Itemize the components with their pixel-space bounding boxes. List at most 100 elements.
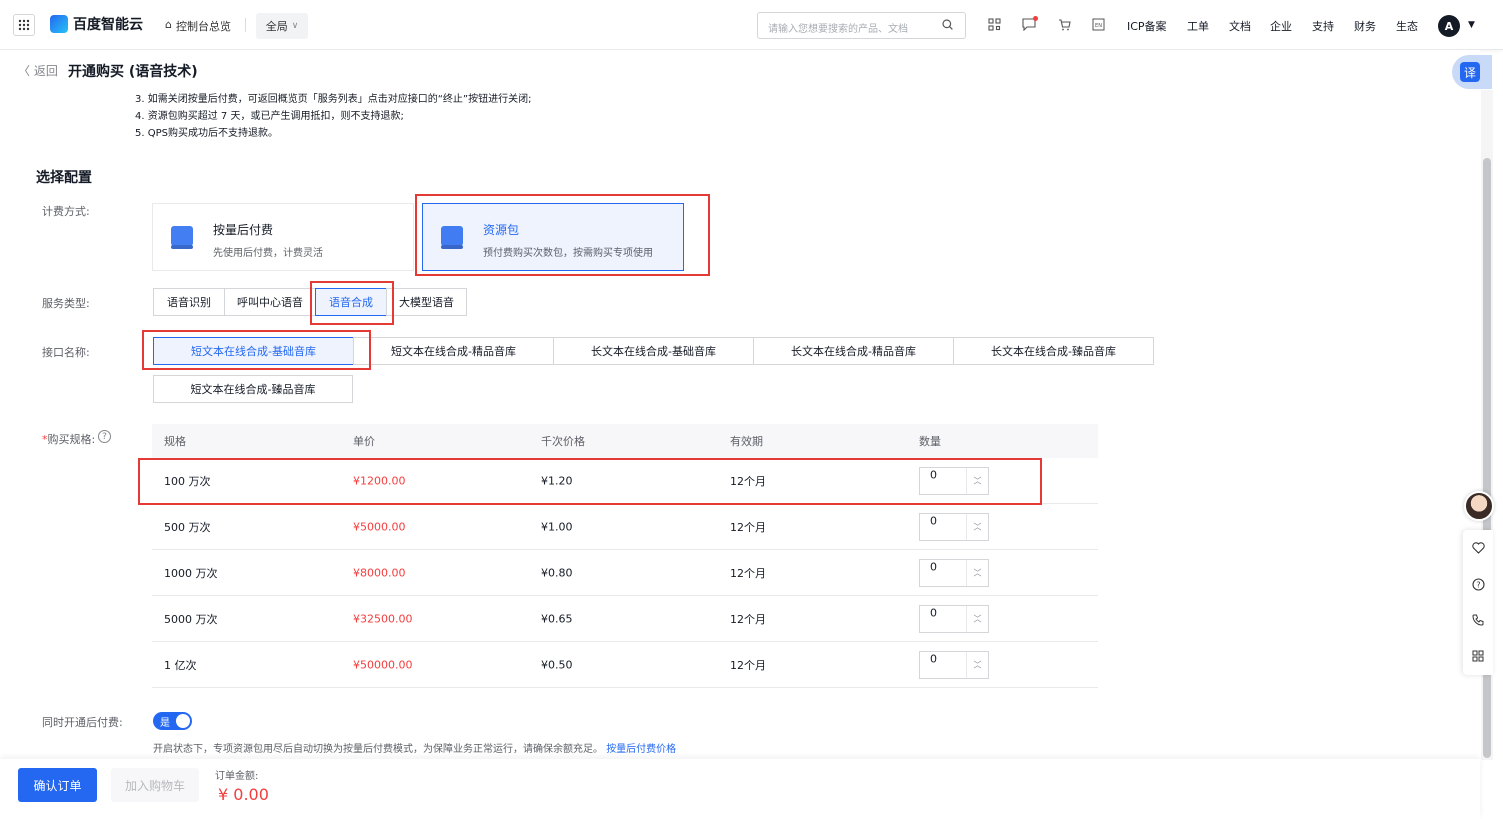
nav-link-finance[interactable]: 财务 xyxy=(1354,18,1376,34)
api-option[interactable]: 短文本在线合成-臻品音库 xyxy=(153,375,353,403)
quantity-stepper[interactable]: 0 ︿ ﹀ xyxy=(919,605,989,633)
billing-option-package[interactable]: 资源包 预付费购买次数包，按需购买专项使用 xyxy=(422,203,684,271)
qrcode-icon[interactable] xyxy=(988,18,1001,34)
service-option-tts[interactable]: 语音合成 xyxy=(315,288,387,316)
api-option[interactable]: 长文本在线合成-基础音库 xyxy=(553,337,754,365)
billing-icon xyxy=(441,226,463,249)
spec-label-text: 购买规格: xyxy=(47,433,96,446)
stepper-controls[interactable]: ︿ ﹀ xyxy=(966,560,988,586)
assistant-avatar[interactable] xyxy=(1464,491,1494,521)
quantity-stepper[interactable]: 0 ︿ ﹀ xyxy=(919,651,989,679)
nav-link-ticket[interactable]: 工单 xyxy=(1187,18,1209,34)
spec-cell: 5000 万次 xyxy=(164,612,218,626)
brand-logo[interactable]: 百度智能云 xyxy=(50,14,143,34)
help-circle-icon[interactable]: ? xyxy=(1463,566,1493,602)
stepper-controls[interactable]: ︿ ﹀ xyxy=(966,652,988,678)
api-option[interactable]: 短文本在线合成-基础音库 xyxy=(153,337,354,365)
quantity-value[interactable]: 0 xyxy=(930,515,937,528)
note-item: 5. QPS购买成功后不支持退款。 xyxy=(135,128,278,139)
quantity-stepper[interactable]: 0 ︿ ﹀ xyxy=(919,513,989,541)
nav-link-support[interactable]: 支持 xyxy=(1312,18,1334,34)
search-icon[interactable] xyxy=(942,19,953,33)
quantity-value[interactable]: 0 xyxy=(930,561,937,574)
spec-cell: 1 亿次 xyxy=(164,658,197,672)
table-row: 1000 万次 ¥8000.00 ¥0.80 12个月 0 ︿ ﹀ xyxy=(152,550,1098,596)
cart-icon[interactable] xyxy=(1058,18,1071,34)
nav-link-ecosystem[interactable]: 生态 xyxy=(1396,18,1418,34)
translate-button[interactable]: 译 xyxy=(1452,55,1492,89)
search-input[interactable]: 请输入您想要搜索的产品、文档 xyxy=(757,12,966,39)
chevron-down-icon[interactable]: ﹀ xyxy=(974,660,982,671)
chevron-down-icon[interactable]: ﹀ xyxy=(974,522,982,533)
quantity-stepper[interactable]: 0 ︿ ﹀ xyxy=(919,467,989,495)
help-icon[interactable]: ? xyxy=(98,430,111,443)
api-option[interactable]: 短文本在线合成-精品音库 xyxy=(353,337,554,365)
chevron-down-icon: ∨ xyxy=(291,21,299,31)
home-icon: ⌂ xyxy=(165,18,172,31)
heart-icon[interactable] xyxy=(1463,530,1493,566)
nav-link-icp[interactable]: ICP备案 xyxy=(1127,18,1167,34)
add-to-cart-button[interactable]: 加入购物车 xyxy=(111,768,199,802)
validity-cell: 12个月 xyxy=(730,612,766,626)
back-label: 返回 xyxy=(33,64,58,78)
api-name-label: 接口名称: xyxy=(42,346,90,359)
region-selector[interactable]: 全局 ∨ xyxy=(256,13,308,39)
postpay-price-link[interactable]: 按量后付费价格 xyxy=(606,744,676,755)
validity-cell: 12个月 xyxy=(730,658,766,672)
user-avatar[interactable]: A xyxy=(1438,15,1460,37)
per-thousand-cell: ¥0.65 xyxy=(541,612,573,625)
column-header: 规格 xyxy=(164,435,186,448)
floating-toolbar: ? xyxy=(1463,530,1493,675)
top-navigation-bar: 百度智能云 ⌂ 控制台总览 全局 ∨ 请输入您想要搜索的产品、文档 EN ICP… xyxy=(0,0,1503,50)
table-row: 100 万次 ¥1200.00 ¥1.20 12个月 0 ︿ ﹀ xyxy=(152,458,1098,504)
stepper-controls[interactable]: ︿ ﹀ xyxy=(966,468,988,494)
quantity-value[interactable]: 0 xyxy=(930,607,937,620)
spec-cell: 1000 万次 xyxy=(164,566,218,580)
apps-icon[interactable] xyxy=(1463,638,1493,674)
table-header: 规格 单价 千次价格 有效期 数量 xyxy=(152,424,1098,458)
quantity-value[interactable]: 0 xyxy=(930,469,937,482)
nav-link-docs[interactable]: 文档 xyxy=(1229,18,1251,34)
console-overview-label: 控制台总览 xyxy=(175,20,231,33)
column-header: 数量 xyxy=(919,435,941,448)
phone-icon[interactable] xyxy=(1463,602,1493,638)
order-bar: 确认订单 加入购物车 订单金额: ¥ 0.00 xyxy=(0,759,1480,819)
api-option[interactable]: 长文本在线合成-臻品音库 xyxy=(953,337,1154,365)
table-row: 500 万次 ¥5000.00 ¥1.00 12个月 0 ︿ ﹀ xyxy=(152,504,1098,550)
nav-link-enterprise[interactable]: 企业 xyxy=(1270,18,1292,34)
quantity-value[interactable]: 0 xyxy=(930,653,937,666)
stepper-controls[interactable]: ︿ ﹀ xyxy=(966,514,988,540)
order-amount-label: 订单金额: xyxy=(215,771,259,782)
service-option-asr[interactable]: 语音识别 xyxy=(153,288,225,316)
billing-option-title: 按量后付费 xyxy=(213,223,274,237)
page-header: 〈 返回 开通购买 (语音技术) xyxy=(0,50,1480,90)
validity-cell: 12个月 xyxy=(730,520,766,534)
quantity-stepper[interactable]: 0 ︿ ﹀ xyxy=(919,559,989,587)
language-icon[interactable]: EN xyxy=(1092,18,1105,34)
notification-dot xyxy=(1033,16,1038,21)
service-option-llm-speech[interactable]: 大模型语音 xyxy=(386,288,467,316)
brand-name: 百度智能云 xyxy=(73,17,143,33)
chevron-down-icon[interactable]: ﹀ xyxy=(974,476,982,487)
chevron-down-icon[interactable]: ﹀ xyxy=(974,614,982,625)
billing-option-title: 资源包 xyxy=(483,223,520,237)
order-amount-value: ¥ 0.00 xyxy=(218,785,269,804)
column-header: 单价 xyxy=(353,435,375,448)
chevron-down-icon[interactable]: ﹀ xyxy=(974,568,982,579)
confirm-order-button[interactable]: 确认订单 xyxy=(18,768,97,802)
svg-text:EN: EN xyxy=(1095,23,1102,29)
billing-icon xyxy=(171,226,193,249)
caret-down-icon[interactable]: ▼ xyxy=(1468,20,1475,30)
price-cell: ¥32500.00 xyxy=(353,612,413,625)
apps-grid-icon[interactable] xyxy=(13,14,35,36)
billing-option-postpaid[interactable]: 按量后付费 先使用后付费，计费灵活 xyxy=(152,203,414,271)
stepper-controls[interactable]: ︿ ﹀ xyxy=(966,606,988,632)
postpay-toggle[interactable]: 是 xyxy=(153,712,192,730)
console-overview-link[interactable]: ⌂ 控制台总览 xyxy=(165,18,231,34)
service-option-callcenter[interactable]: 呼叫中心语音 xyxy=(224,288,316,316)
back-link[interactable]: 〈 返回 xyxy=(18,62,58,79)
api-option[interactable]: 长文本在线合成-精品音库 xyxy=(753,337,954,365)
spec-cell: 500 万次 xyxy=(164,520,211,534)
price-cell: ¥5000.00 xyxy=(353,520,406,533)
price-cell: ¥1200.00 xyxy=(353,474,406,487)
